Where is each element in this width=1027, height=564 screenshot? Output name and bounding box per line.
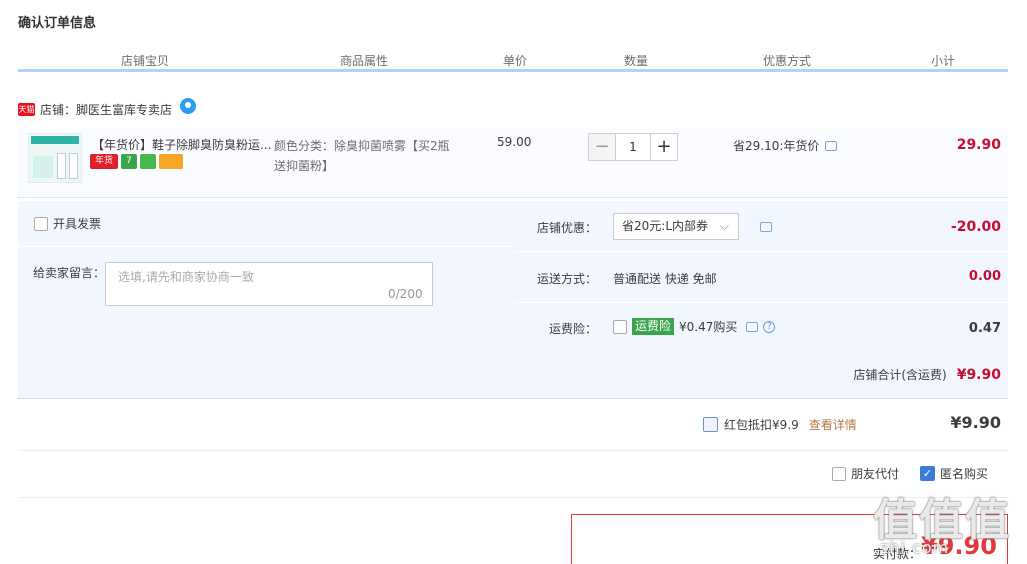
quantity-stepper: − 1 + (588, 133, 678, 161)
shop-total: 店铺合计(含运费) ¥9.90 (853, 366, 1001, 383)
seven-day-return-icon: 7 (121, 154, 137, 169)
insurance-price: 0.47 (968, 321, 1001, 336)
page-title: 确认订单信息 (18, 16, 97, 31)
shipping-method: 普通配送 快递 免邮 (613, 272, 717, 286)
sku-line: 颜色分类：除臭抑菌喷雾【买2瓶 (274, 139, 450, 153)
discount-text: 省29.10:年货价 (733, 139, 820, 153)
shop-total-label: 店铺合计(含运费) (853, 368, 947, 382)
payment-options: 朋友代付 ✓ 匿名购买 (832, 465, 988, 482)
shop-discount-selected: 省20元:L内部券 (622, 219, 708, 233)
column-header-price: 单价 (503, 54, 528, 68)
product-badges: 年货 7 (90, 154, 183, 169)
shop-name[interactable]: 店铺：脚医生富库专卖店 (40, 101, 172, 118)
hongbao-label: 红包抵扣¥9.9 (724, 418, 799, 432)
shop-discount-select[interactable]: 省20元:L内部券 ⌵ (613, 213, 739, 240)
message-placeholder: 选填,请先和商家协商一致 (118, 270, 254, 284)
qty-input[interactable]: 1 (616, 133, 650, 161)
insurance-checkbox[interactable] (613, 319, 627, 334)
shop-total-amount: ¥9.90 (956, 367, 1001, 383)
product-sku: 颜色分类：除臭抑菌喷雾【买2瓶 送抑菌粉】 (274, 136, 464, 176)
column-header-qty: 数量 (624, 54, 649, 68)
divider (18, 497, 1008, 498)
divider (514, 251, 1008, 252)
comment-icon[interactable] (746, 321, 759, 332)
hongbao-amount: ¥9.90 (950, 413, 1001, 432)
insurance-tag: 运费险 (632, 318, 675, 335)
shop-discount-label: 店铺优惠： (537, 221, 598, 235)
shop-row: 天猫 店铺：脚医生富库专卖店 (18, 98, 197, 118)
item-subtotal: 29.90 (956, 137, 1001, 153)
friend-pay-label: 朋友代付 (851, 467, 900, 481)
product-thumbnail[interactable] (28, 133, 82, 183)
invoice-label: 开具发票 (53, 217, 102, 231)
wangwang-chat-icon[interactable] (180, 98, 197, 114)
divider (514, 302, 1008, 303)
column-header-subtotal: 小计 (931, 54, 956, 68)
chevron-down-icon: ⌵ (719, 219, 729, 233)
column-header-attr: 商品属性 (340, 54, 389, 68)
unit-price: 59.00 (497, 135, 532, 149)
shipping-price: 0.00 (968, 269, 1001, 284)
message-char-count: 0/200 (388, 287, 423, 301)
qty-minus-button[interactable]: − (588, 133, 616, 161)
invoice-option[interactable]: 开具发票 (34, 215, 101, 232)
comment-icon[interactable] (825, 140, 838, 151)
insurance-option[interactable]: 运费险 ¥0.47购买 ? (613, 318, 776, 335)
comment-icon[interactable] (760, 222, 772, 232)
column-header-row: 店铺宝贝 商品属性 单价 数量 优惠方式 小计 (18, 50, 1008, 70)
divider (18, 450, 1008, 451)
column-header-item: 店铺宝贝 (121, 54, 170, 68)
help-icon[interactable]: ? (763, 320, 776, 333)
header-divider (18, 69, 1008, 72)
divider (18, 246, 514, 247)
tmall-badge: 天猫 (18, 102, 35, 116)
guarantee-icon (140, 154, 156, 169)
product-title[interactable]: 【年货价】鞋子除脚臭防臭粉运... (92, 136, 272, 153)
friend-pay-checkbox[interactable] (832, 466, 846, 481)
insurance-label: 运费险： (549, 322, 598, 336)
anonymous-label: 匿名购买 (940, 467, 989, 481)
column-header-discount: 优惠方式 (763, 54, 812, 68)
nianhuo-badge-icon: 年货 (90, 154, 118, 169)
discount-method: 省29.10:年货价 (733, 137, 838, 154)
shop-discount-value: -20.00 (950, 219, 1001, 235)
watermark-site: zhi.com (880, 538, 950, 557)
message-label: 给卖家留言： (33, 266, 106, 280)
credit-card-icon (159, 154, 183, 169)
shipping-label: 运送方式： (537, 272, 598, 286)
hongbao-details-link[interactable]: 查看详情 (809, 416, 857, 433)
invoice-checkbox[interactable] (34, 216, 48, 231)
sku-line: 送抑菌粉】 (274, 159, 335, 173)
qty-plus-button[interactable]: + (650, 133, 678, 161)
hongbao-option[interactable]: 红包抵扣¥9.9 查看详情 (703, 416, 857, 433)
anonymous-checkbox[interactable]: ✓ (920, 466, 936, 481)
insurance-text: ¥0.47购买 (679, 320, 738, 334)
hongbao-checkbox[interactable] (703, 417, 718, 432)
